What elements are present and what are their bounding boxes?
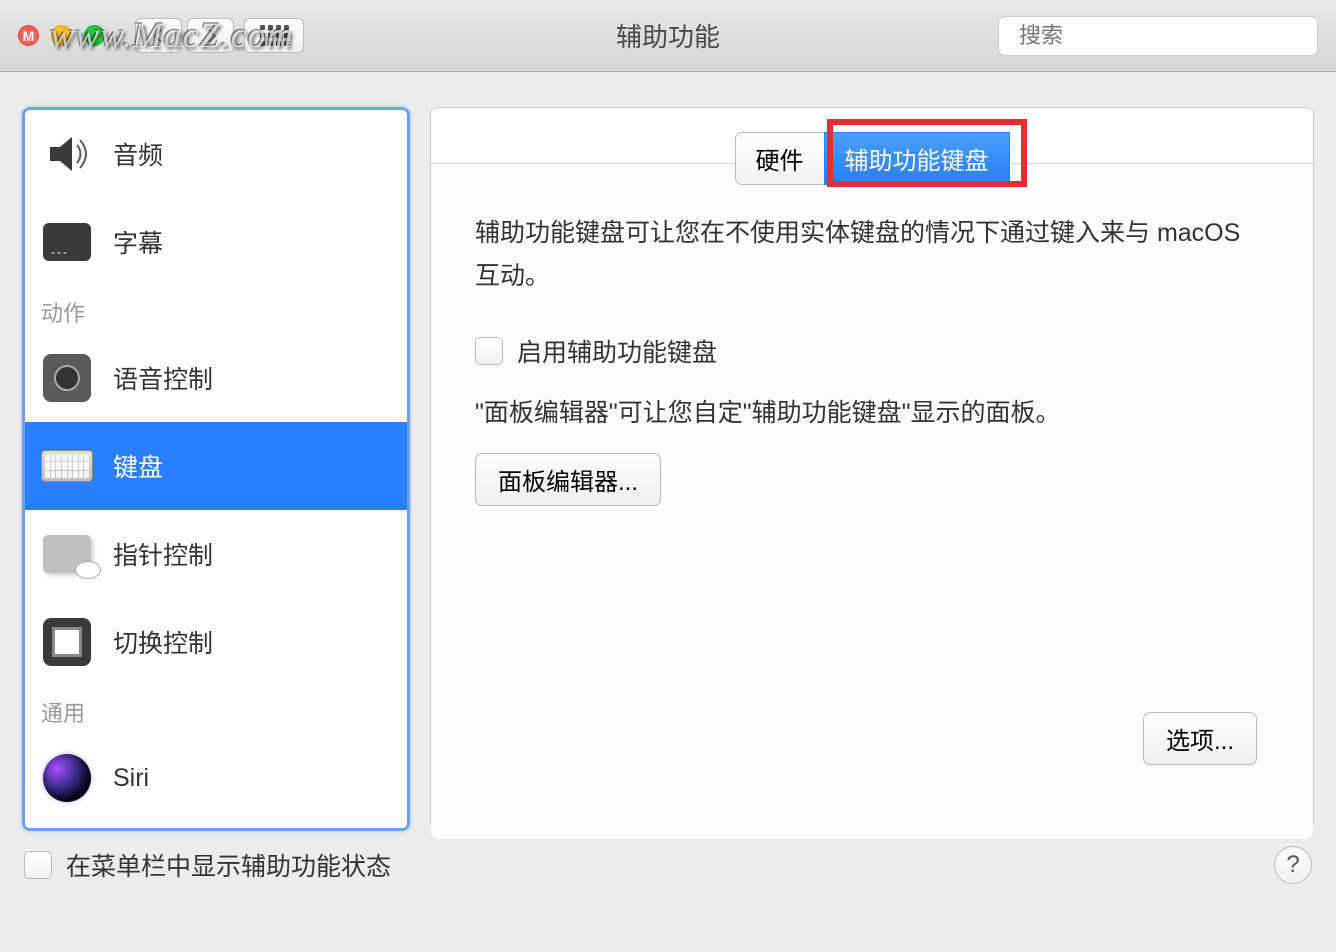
sidebar-item-siri[interactable]: Siri xyxy=(25,734,407,822)
sidebar-item-keyboard[interactable]: 键盘 xyxy=(25,422,407,510)
sidebar-item-switch-control[interactable]: 切换控制 xyxy=(25,598,407,686)
grid-icon xyxy=(260,25,289,46)
switch-control-icon xyxy=(41,616,93,668)
sidebar-item-label: 切换控制 xyxy=(113,624,213,660)
sidebar-item-label: Siri xyxy=(113,764,149,793)
traffic-lights: M xyxy=(18,25,105,46)
segment-control: 硬件 辅助功能键盘 xyxy=(735,132,1010,185)
panel-body: 辅助功能键盘可让您在不使用实体键盘的情况下通过键入来与 macOS 互动。 启用… xyxy=(431,163,1313,839)
menubar-status-checkbox[interactable] xyxy=(24,851,52,879)
sidebar[interactable]: 音频 字幕 动作 语音控制 键盘 指针控制 切换控制 通用 Siri xyxy=(22,107,410,831)
chevron-left-icon xyxy=(151,28,167,44)
description-text: 辅助功能键盘可让您在不使用实体键盘的情况下通过键入来与 macOS 互动。 xyxy=(475,212,1269,297)
sidebar-section-motor: 动作 xyxy=(25,286,407,334)
minimize-window-button[interactable] xyxy=(51,25,72,46)
sidebar-item-label: 键盘 xyxy=(113,448,163,484)
sidebar-item-label: 指针控制 xyxy=(113,536,213,572)
keyboard-icon xyxy=(41,440,93,492)
checkbox-label: 启用辅助功能键盘 xyxy=(517,333,717,369)
search-box[interactable] xyxy=(998,16,1318,56)
footer: 在菜单栏中显示辅助功能状态 ? xyxy=(0,841,1336,889)
window-title: 辅助功能 xyxy=(616,17,720,54)
pointer-control-icon xyxy=(41,528,93,580)
panel-editor-description: "面板编辑器"可让您自定"辅助功能键盘"显示的面板。 xyxy=(475,393,1269,429)
siri-icon xyxy=(41,752,93,804)
close-window-button[interactable]: M xyxy=(18,25,39,46)
speaker-icon xyxy=(41,128,93,180)
sidebar-item-shortcut[interactable]: 快捷键 xyxy=(25,822,407,831)
sidebar-item-label: 字幕 xyxy=(113,224,163,260)
sidebar-item-audio[interactable]: 音频 xyxy=(25,110,407,198)
content-area: 音频 字幕 动作 语音控制 键盘 指针控制 切换控制 通用 Siri xyxy=(0,72,1336,841)
navigation-buttons xyxy=(135,18,304,53)
back-button[interactable] xyxy=(135,18,182,53)
sidebar-item-label: 音频 xyxy=(113,136,163,172)
panel-editor-button[interactable]: 面板编辑器... xyxy=(475,453,661,506)
zoom-window-button[interactable] xyxy=(84,25,105,46)
enable-checkbox-row[interactable]: 启用辅助功能键盘 xyxy=(475,333,1269,369)
sidebar-item-pointer-control[interactable]: 指针控制 xyxy=(25,510,407,598)
sidebar-item-captions[interactable]: 字幕 xyxy=(25,198,407,286)
caption-icon xyxy=(41,216,93,268)
sidebar-section-general: 通用 xyxy=(25,686,407,734)
tab-hardware[interactable]: 硬件 xyxy=(735,132,824,185)
forward-button[interactable] xyxy=(187,18,234,53)
toolbar: M 辅助功能 xyxy=(0,0,1336,72)
sidebar-item-voice-control[interactable]: 语音控制 xyxy=(25,334,407,422)
options-button[interactable]: 选项... xyxy=(1143,712,1257,765)
tab-accessibility-keyboard[interactable]: 辅助功能键盘 xyxy=(824,132,1010,185)
main-panel: 硬件 辅助功能键盘 辅助功能键盘可让您在不使用实体键盘的情况下通过键入来与 ma… xyxy=(430,107,1314,831)
sidebar-item-label: 语音控制 xyxy=(113,360,213,396)
enable-accessibility-keyboard-checkbox[interactable] xyxy=(475,337,503,365)
chevron-right-icon xyxy=(203,28,219,44)
search-input[interactable] xyxy=(1019,23,1307,49)
show-all-button[interactable] xyxy=(244,18,304,53)
help-button[interactable]: ? xyxy=(1274,846,1312,884)
menubar-status-label: 在菜单栏中显示辅助功能状态 xyxy=(66,847,391,883)
voice-control-icon xyxy=(41,352,93,404)
